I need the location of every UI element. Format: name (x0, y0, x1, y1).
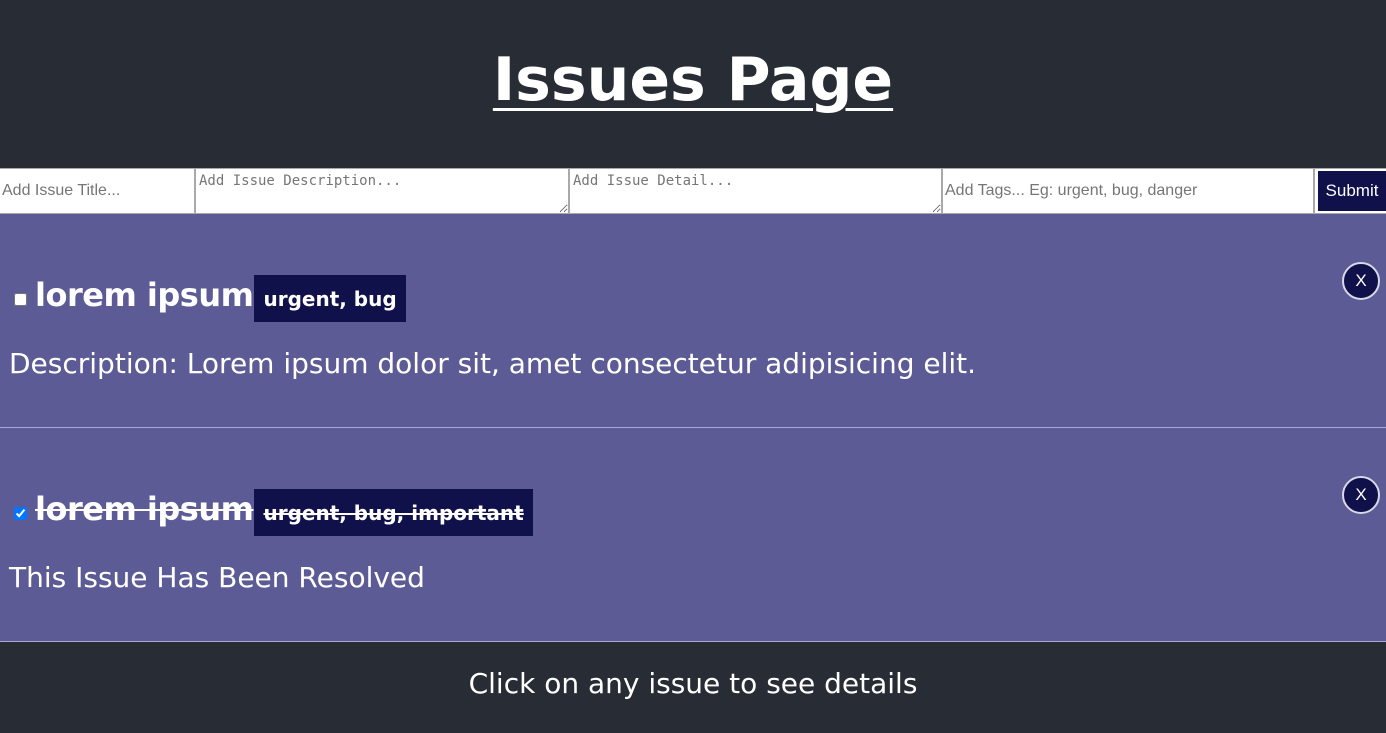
page-header: Issues Page (0, 0, 1386, 168)
resolve-checkbox[interactable] (14, 507, 27, 520)
issue-title: lorem ipsum (35, 275, 254, 314)
delete-issue-button[interactable]: X (1342, 262, 1380, 300)
issue-header: lorem ipsum urgent, bug (14, 267, 406, 322)
page-title: Issues Page (492, 45, 894, 115)
issue-description: This Issue Has Been Resolved (9, 561, 425, 594)
issue-title-input[interactable] (0, 169, 196, 213)
submit-wrap: Submit (1315, 169, 1386, 213)
add-issue-form: Submit (0, 168, 1386, 214)
issue-description-input[interactable] (196, 169, 570, 213)
issue-tags-badge: urgent, bug, important (254, 489, 533, 536)
issue-item[interactable]: lorem ipsum urgent, bug Description: Lor… (0, 214, 1386, 428)
issue-item[interactable]: lorem ipsum urgent, bug, important This … (0, 428, 1386, 642)
issue-tags-input[interactable] (943, 169, 1315, 213)
resolve-checkbox[interactable] (14, 293, 27, 306)
issue-detail-input[interactable] (570, 169, 943, 213)
issue-tags-badge: urgent, bug (254, 275, 406, 322)
issue-list: lorem ipsum urgent, bug Description: Lor… (0, 214, 1386, 642)
issue-description: Description: Lorem ipsum dolor sit, amet… (9, 347, 977, 380)
footer-hint: Click on any issue to see details (468, 667, 918, 700)
submit-button[interactable]: Submit (1318, 171, 1386, 211)
page-footer: Click on any issue to see details (0, 642, 1386, 733)
delete-issue-button[interactable]: X (1342, 476, 1380, 514)
issue-title: lorem ipsum (35, 489, 254, 528)
issue-header: lorem ipsum urgent, bug, important (14, 481, 533, 536)
